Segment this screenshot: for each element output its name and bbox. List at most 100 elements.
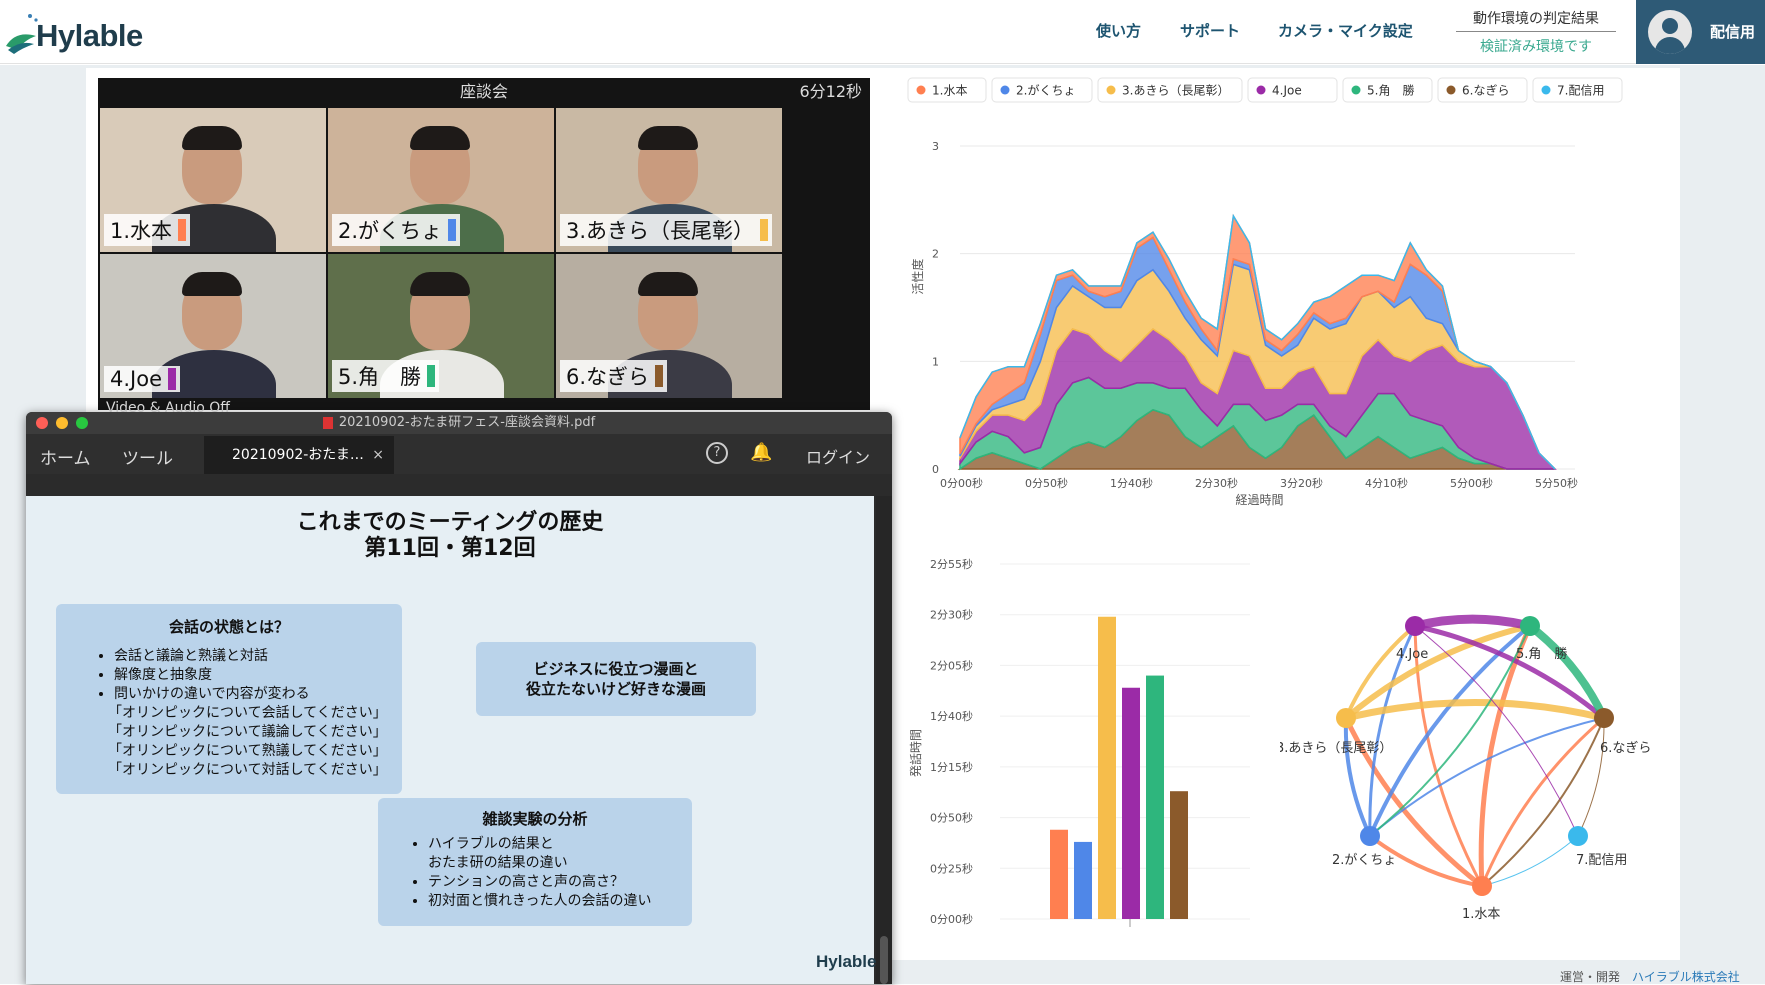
participant-hair xyxy=(638,272,698,296)
document-tab[interactable]: 20210902-おたま… × xyxy=(204,436,394,474)
conversation-state-box: 会話の状態とは？ 会話と議論と熟議と対話 解像度と抽象度 問いかけの違いで内容が… xyxy=(56,604,402,794)
pdf-viewer-window: 20210902-おたま研フェス-座談会資料.pdf ホーム ツール 20210… xyxy=(26,412,892,984)
box1-bullet: 問いかけの違いで内容が変わる xyxy=(114,685,402,704)
logo-text: Hylable xyxy=(36,18,143,53)
y-tick-label: 1 xyxy=(932,355,939,368)
toolbar-home[interactable]: ホーム xyxy=(40,444,91,469)
participant-name: 1.水本 xyxy=(110,219,173,243)
box3-bullet: テンションの高さと声の高さ？ xyxy=(428,873,692,892)
y-tick-label: 2 xyxy=(932,248,939,261)
network-edge xyxy=(1343,717,1372,837)
box1-quote: 「オリンピックについて会話してください」 xyxy=(108,705,387,721)
y-tick-label: 0分00秒 xyxy=(930,912,973,926)
legend-label: 6.なぎら xyxy=(1462,84,1509,98)
y-tick-label: 1分40秒 xyxy=(930,709,973,723)
legend-label: 1.水本 xyxy=(932,84,967,98)
participant-tile[interactable]: 3.あきら（長尾彰） xyxy=(556,108,782,252)
help-icon[interactable]: ? xyxy=(706,442,728,464)
pdf-scrollbar[interactable] xyxy=(876,496,892,984)
box3-bullet: 初対面と慣れきった人の会話の違い xyxy=(428,892,692,911)
participant-color-chip xyxy=(655,365,664,387)
minimize-window-icon[interactable] xyxy=(56,417,68,429)
y-axis-label: 活性度 xyxy=(910,259,925,295)
toolbar-tools[interactable]: ツール xyxy=(122,444,173,469)
box1-quote: 「オリンピックについて熟議してください」 xyxy=(108,743,387,759)
x-tick-label: 2分30秒 xyxy=(1195,476,1238,490)
x-tick-label: 3分20秒 xyxy=(1280,476,1323,490)
legend-item: 5.角 勝 xyxy=(1342,77,1433,103)
participant-name: 4.Joe xyxy=(110,367,162,391)
legend-label: 2.がくちょ xyxy=(1016,83,1075,98)
close-window-icon[interactable] xyxy=(36,417,48,429)
network-node-label: 1.水本 xyxy=(1462,907,1500,922)
legend-label: 4.Joe xyxy=(1272,84,1302,98)
bar xyxy=(1074,841,1092,919)
user-name: 配信用 xyxy=(1710,23,1756,41)
box1-quote: 「オリンピックについて議論してください」 xyxy=(108,724,387,740)
legend-item: 1.水本 xyxy=(907,77,987,103)
participant-tile[interactable]: 1.水本 xyxy=(100,108,326,252)
network-node xyxy=(1594,708,1614,728)
y-tick-label: 2分05秒 xyxy=(930,658,973,672)
bar xyxy=(1122,687,1140,919)
user-menu[interactable]: 配信用 xyxy=(1636,0,1765,64)
network-edge xyxy=(1577,717,1605,837)
speaking-time-bar-chart: 0分00秒 0分25秒 0分50秒 1分15秒 1分40秒 2分05秒 2分30秒 2分55秒… xyxy=(908,557,1250,927)
participant-hair xyxy=(410,272,470,296)
participant-color-chip xyxy=(427,365,436,387)
x-axis-label: 経過時間 xyxy=(1236,493,1284,507)
bar xyxy=(1170,791,1188,919)
legend-label: 7.配信用 xyxy=(1557,84,1604,98)
user-avatar-icon xyxy=(1648,10,1692,54)
slide-hylable-logo: Hylable xyxy=(816,952,877,971)
participant-tile[interactable]: 2.がくちょ xyxy=(328,108,554,252)
activity-area-chart: 1.水本 2.がくちょ 3.あきら（長尾彰） 4.Joe 5.角 勝 6.なぎら 7.配信用… xyxy=(907,77,1623,507)
bar xyxy=(1146,675,1164,919)
participant-name-label: 6.なぎら xyxy=(560,360,668,392)
conversation-network: 1.水本 2.がくちょ 3.あきら（長尾彰） 4.Joe 5.角 勝 6.なぎら 7.配信用 xyxy=(1280,614,1650,922)
y-tick-label: 0分50秒 xyxy=(930,811,973,825)
y-axis-label: 発話時間 xyxy=(908,729,923,777)
status-label: 動作環境の判定結果 xyxy=(1456,8,1616,32)
bell-icon[interactable]: 🔔 xyxy=(750,442,772,463)
network-node-label: 4.Joe xyxy=(1396,647,1428,662)
hylable-logo[interactable]: Hylable xyxy=(4,10,144,58)
top-bar: Hylable 使い方 サポート カメラ・マイク設定 動作環境の判定結果 検証済… xyxy=(0,0,1765,64)
legend-marker xyxy=(1351,85,1361,95)
box2-line1: ビジネスに役立つ漫画と xyxy=(533,660,699,678)
legend-marker xyxy=(1446,85,1456,95)
box1-quote: 「オリンピックについて対話してください」 xyxy=(108,762,387,778)
participant-name-label: 3.あきら（長尾彰） xyxy=(560,214,773,246)
participant-tile[interactable]: 4.Joe xyxy=(100,254,326,398)
participant-tile[interactable]: 5.角 勝 xyxy=(328,254,554,398)
y-tick-label: 2分55秒 xyxy=(930,557,973,571)
slide-title: これまでのミーティングの歴史 第11回・第12回 xyxy=(26,510,874,562)
y-tick-label: 0 xyxy=(932,463,939,476)
status-value: 検証済み環境です xyxy=(1480,39,1592,55)
participant-tile[interactable]: 6.なぎら xyxy=(556,254,782,398)
legend-marker xyxy=(1106,85,1116,95)
box3-heading: 雑談実験の分析 xyxy=(482,810,588,828)
box3-bullet: ハイラブルの結果と xyxy=(428,835,692,854)
x-tick-label: 0分50秒 xyxy=(1025,476,1068,490)
environment-status: 動作環境の判定結果 検証済み環境です xyxy=(1456,8,1616,56)
x-tick-label: 4分10秒 xyxy=(1365,476,1408,490)
network-node xyxy=(1568,826,1588,846)
participant-name-label: 1.水本 xyxy=(104,214,191,246)
footer-company-link[interactable]: ハイラブル株式会社 xyxy=(1632,970,1740,984)
network-node-label: 2.がくちょ xyxy=(1332,853,1396,868)
scrollbar-thumb[interactable] xyxy=(880,936,888,984)
network-node xyxy=(1405,616,1425,636)
close-tab-icon[interactable]: × xyxy=(372,436,384,474)
legend-item: 2.がくちょ xyxy=(991,77,1093,103)
network-node-label: 5.角 勝 xyxy=(1516,647,1567,662)
nav-camera-mic-settings[interactable]: カメラ・マイク設定 xyxy=(1278,20,1413,41)
maximize-window-icon[interactable] xyxy=(76,417,88,429)
x-tick-label: 5分50秒 xyxy=(1535,476,1578,490)
nav-how-to[interactable]: 使い方 xyxy=(1096,20,1141,41)
participant-name: 3.あきら（長尾彰） xyxy=(566,219,755,243)
nav-support[interactable]: サポート xyxy=(1180,20,1240,41)
login-button[interactable]: ログイン xyxy=(806,444,870,468)
pdf-page: これまでのミーティングの歴史 第11回・第12回 会話の状態とは？ 会話と議論と… xyxy=(26,496,877,984)
box1-bullet: 会話と議論と熟議と対話 xyxy=(114,647,402,666)
